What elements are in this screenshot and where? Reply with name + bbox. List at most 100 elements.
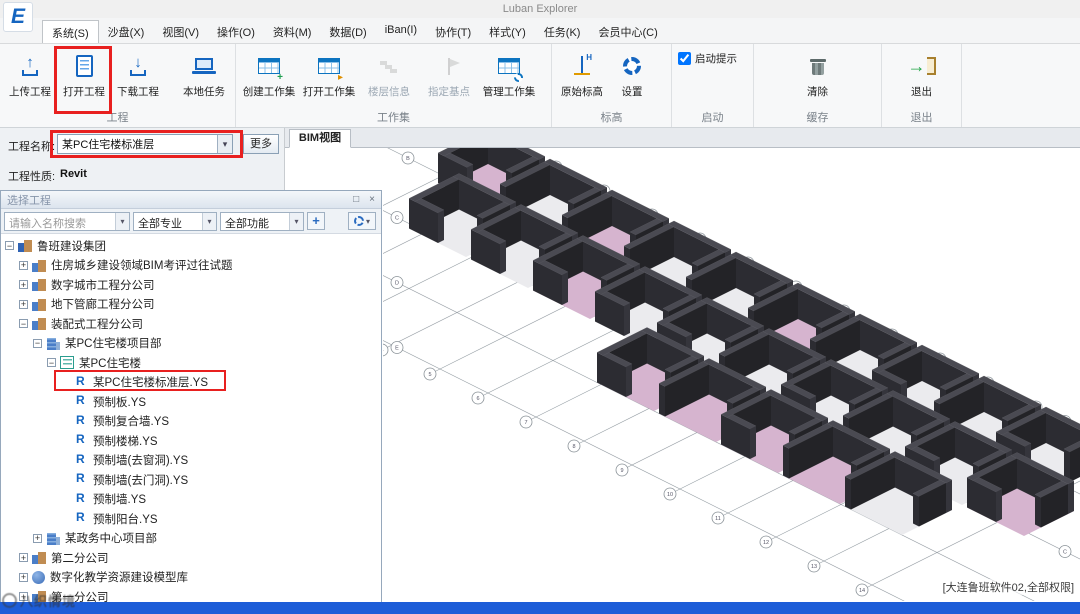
menu-operate[interactable]: 操作(O) — [208, 20, 264, 43]
add-button[interactable]: + — [307, 212, 325, 230]
collapse-icon[interactable] — [47, 358, 56, 368]
project-name-combo[interactable] — [57, 134, 233, 154]
tree-item-library[interactable]: 数字化教学资源建设模型库 — [1, 568, 381, 588]
menu-sandbox[interactable]: 沙盘(X) — [99, 20, 154, 43]
bim-viewport[interactable]: 11223344556677889910101111121213131414AA… — [285, 148, 1080, 601]
open-project-button[interactable]: 打开工程 — [58, 47, 110, 99]
project-name-input[interactable] — [58, 135, 217, 153]
license-label: [大连鲁班软件02,全部权限] — [942, 579, 1074, 595]
function-filter-select[interactable]: 全部功能 — [220, 211, 304, 231]
tree-item-company[interactable]: 装配式工程分公司 — [1, 314, 381, 334]
elevation-icon: H — [568, 51, 596, 81]
ribbon: ↑ 上传工程 打开工程 ↓ 下载工程 本地任务 工程 + 创建工作集 ▸ 打开工… — [0, 44, 1080, 128]
building-icon — [32, 317, 46, 331]
project-form: 工程名称: 更多 工程性质: Revit — [0, 128, 285, 190]
menu-iban[interactable]: iBan(I) — [376, 20, 426, 43]
clear-cache-button[interactable]: 清除 — [792, 47, 844, 99]
close-icon[interactable]: × — [369, 194, 375, 205]
float-window-icon[interactable]: □ — [353, 194, 359, 205]
collapse-icon[interactable] — [5, 241, 14, 251]
panel-settings-button[interactable] — [348, 212, 376, 230]
tree-item-project-dept[interactable]: 某PC住宅楼项目部 — [1, 334, 381, 354]
original-elevation-button[interactable]: H 原始标高 — [556, 47, 608, 99]
expand-icon[interactable] — [33, 533, 42, 543]
chevron-down-icon[interactable] — [217, 135, 232, 153]
base-point-button: 指定基点 — [420, 47, 478, 99]
settings-button[interactable]: 设置 — [610, 47, 654, 99]
collapse-icon[interactable] — [33, 338, 42, 348]
window-title: Luban Explorer — [502, 3, 578, 15]
tree-item-company[interactable]: 地下管廊工程分公司 — [1, 295, 381, 315]
chevron-down-icon[interactable] — [202, 212, 216, 230]
create-workset-button[interactable]: + 创建工作集 — [240, 47, 298, 99]
revit-file-icon — [74, 452, 88, 467]
ribbon-group-cache: 清除 缓存 — [754, 44, 882, 127]
menu-bar: 系统(S) 沙盘(X) 视图(V) 操作(O) 资料(M) 数据(D) iBan… — [0, 18, 1080, 44]
bim-model-canvas[interactable]: 11223344556677889910101111121213131414AA… — [383, 148, 1080, 601]
select-project-panel: 选择工程 □ × 请输入名称搜索 全部专业 全部功能 + 鲁班建设集团 住房城乡… — [0, 190, 382, 614]
tree-item-project-dept[interactable]: 某政务中心项目部 — [1, 529, 381, 549]
menu-style[interactable]: 样式(Y) — [480, 20, 535, 43]
tree-item-building[interactable]: 某PC住宅楼 — [1, 353, 381, 373]
menu-material[interactable]: 资料(M) — [264, 20, 321, 43]
tree-item-company[interactable]: 住房城乡建设领域BIM考评过往试题 — [1, 256, 381, 276]
tree-item-model-file[interactable]: 某PC住宅楼标准层.YS — [1, 373, 381, 393]
menu-member-center[interactable]: 会员中心(C) — [589, 20, 666, 43]
collapse-icon[interactable] — [19, 319, 28, 329]
revit-file-icon — [74, 491, 88, 506]
open-workset-icon: ▸ — [315, 51, 343, 83]
menu-collaborate[interactable]: 协作(T) — [426, 20, 480, 43]
tree-item-company[interactable]: 数字城市工程分公司 — [1, 275, 381, 295]
chevron-down-icon[interactable] — [115, 212, 129, 230]
svg-text:7: 7 — [524, 420, 527, 426]
search-combo[interactable]: 请输入名称搜索 — [4, 211, 130, 231]
group-label-cache: 缓存 — [806, 112, 829, 124]
upload-project-button[interactable]: ↑ 上传工程 — [4, 47, 56, 99]
expand-icon[interactable] — [19, 572, 28, 582]
tree-item-group[interactable]: 鲁班建设集团 — [1, 236, 381, 256]
exit-icon: → — [908, 51, 936, 81]
status-bar — [0, 602, 1080, 614]
startup-tip-checkbox[interactable] — [678, 52, 691, 65]
ribbon-group-elevation: H 原始标高 设置 标高 — [552, 44, 672, 127]
laptop-icon — [190, 51, 218, 81]
menu-system[interactable]: 系统(S) — [42, 20, 99, 43]
menu-data[interactable]: 数据(D) — [320, 20, 375, 43]
local-task-button[interactable]: 本地任务 — [178, 47, 230, 99]
tree-item-model-file[interactable]: 预制墙(去窗洞).YS — [1, 451, 381, 471]
major-filter-select[interactable]: 全部专业 — [133, 211, 217, 231]
panel-header[interactable]: 选择工程 □ × — [1, 191, 381, 209]
svg-text:4: 4 — [383, 348, 384, 354]
menu-view[interactable]: 视图(V) — [153, 20, 208, 43]
expand-icon[interactable] — [19, 553, 28, 563]
menu-task[interactable]: 任务(K) — [535, 20, 590, 43]
gear-icon — [353, 216, 364, 226]
revit-file-icon — [74, 374, 88, 389]
project-icon — [46, 337, 60, 350]
expand-icon[interactable] — [19, 299, 28, 309]
tab-bim-view[interactable]: BIM视图 — [289, 129, 351, 148]
revit-file-icon — [74, 432, 88, 447]
floor-info-icon — [375, 51, 403, 81]
more-button[interactable]: 更多 — [243, 134, 279, 154]
tree-item-model-file[interactable]: 预制楼梯.YS — [1, 431, 381, 451]
tree-item-model-file[interactable]: 预制复合墙.YS — [1, 412, 381, 432]
tree-item-model-file[interactable]: 预制墙(去门洞).YS — [1, 470, 381, 490]
startup-tip-option: 启动提示 — [672, 44, 743, 66]
tree-item-model-file[interactable]: 预制阳台.YS — [1, 509, 381, 529]
tree-item-model-file[interactable]: 预制墙.YS — [1, 490, 381, 510]
tree-item-model-file[interactable]: 预制板.YS — [1, 392, 381, 412]
download-project-button[interactable]: ↓ 下载工程 — [112, 47, 164, 99]
expand-icon[interactable] — [19, 260, 28, 270]
open-workset-button[interactable]: ▸ 打开工作集 — [300, 47, 358, 99]
manage-workset-button[interactable]: 管理工作集 — [480, 47, 538, 99]
expand-icon[interactable] — [19, 280, 28, 290]
tree-item-company[interactable]: 第二分公司 — [1, 548, 381, 568]
chevron-down-icon[interactable] — [289, 212, 303, 230]
svg-text:10: 10 — [667, 492, 673, 498]
create-workset-icon: + — [255, 51, 283, 83]
project-icon — [46, 532, 60, 545]
exit-button[interactable]: → 退出 — [896, 47, 948, 99]
group-label-startup: 启动 — [701, 112, 724, 124]
list-icon — [60, 356, 74, 370]
